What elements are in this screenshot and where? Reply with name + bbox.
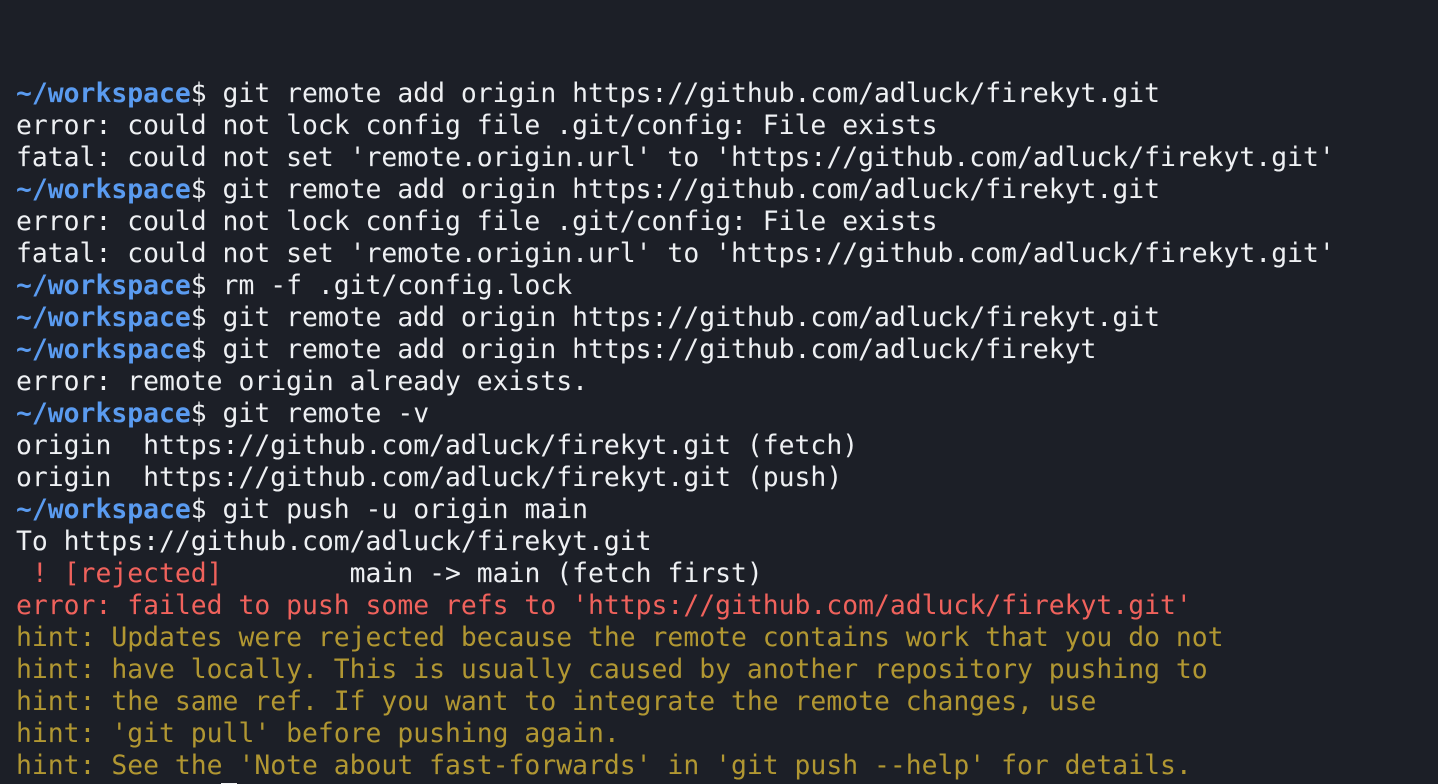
line-text: hint: the same ref. If you want to integ… xyxy=(16,686,1097,717)
hint-line: hint: Updates were rejected because the … xyxy=(16,622,1438,654)
prompt-symbol: $ xyxy=(190,270,207,301)
line-text: error: remote origin already exists. xyxy=(16,366,588,397)
command-text: rm -f .git/config.lock xyxy=(206,270,573,301)
prompt-symbol: $ xyxy=(190,494,207,525)
output-line: error: remote origin already exists. xyxy=(16,366,1438,398)
prompt-path: ~/workspace xyxy=(16,494,191,525)
line-text: hint: See the 'Note about fast-forwards'… xyxy=(16,750,1192,781)
line-text: hint: 'git pull' before pushing again. xyxy=(16,718,620,749)
command-line: ~/workspace$ git remote -v xyxy=(16,398,1438,430)
prompt-symbol: $ xyxy=(190,78,207,109)
line-text: origin https://github.com/adluck/firekyt… xyxy=(16,462,843,493)
line-text: hint: have locally. This is usually caus… xyxy=(16,654,1208,685)
rejected-marker: ! [rejected] xyxy=(16,558,223,589)
output-line: error: could not lock config file .git/c… xyxy=(16,206,1438,238)
hint-line: hint: 'git pull' before pushing again. xyxy=(16,718,1438,750)
hint-line: hint: the same ref. If you want to integ… xyxy=(16,686,1438,718)
line-text: error: failed to push some refs to 'http… xyxy=(16,590,1192,621)
hint-line: hint: See the 'Note about fast-forwards'… xyxy=(16,750,1438,782)
prompt-path: ~/workspace xyxy=(16,302,191,333)
line-text: fatal: could not set 'remote.origin.url'… xyxy=(16,142,1335,173)
command-text: git remote add origin https://github.com… xyxy=(206,334,1097,365)
prompt-symbol: $ xyxy=(190,398,207,429)
output-line: error: could not lock config file .git/c… xyxy=(16,110,1438,142)
prompt-path: ~/workspace xyxy=(16,78,191,109)
command-text: git push -u origin main xyxy=(206,494,588,525)
prompt-symbol: $ xyxy=(190,174,207,205)
line-text: fatal: could not set 'remote.origin.url'… xyxy=(16,238,1335,269)
error-line: error: failed to push some refs to 'http… xyxy=(16,590,1438,622)
output-line: fatal: could not set 'remote.origin.url'… xyxy=(16,238,1438,270)
command-text: git remote -v xyxy=(206,398,430,429)
push-rejected-line: ! [rejected] main -> main (fetch first) xyxy=(16,558,1438,590)
output-line: fatal: could not set 'remote.origin.url'… xyxy=(16,142,1438,174)
prompt-symbol: $ xyxy=(190,302,207,333)
command-text: git remote add origin https://github.com… xyxy=(206,78,1160,109)
line-text: origin https://github.com/adluck/firekyt… xyxy=(16,430,859,461)
rejected-detail: main -> main (fetch first) xyxy=(222,558,763,589)
command-line: ~/workspace$ git push -u origin main xyxy=(16,494,1438,526)
command-line: ~/workspace$ git remote add origin https… xyxy=(16,302,1438,334)
output-line: To https://github.com/adluck/firekyt.git xyxy=(16,526,1438,558)
prompt-path: ~/workspace xyxy=(16,174,191,205)
command-line: ~/workspace$ rm -f .git/config.lock xyxy=(16,270,1438,302)
command-text: git remote add origin https://github.com… xyxy=(206,174,1160,205)
hint-line: hint: have locally. This is usually caus… xyxy=(16,654,1438,686)
terminal-output: ~/workspace$ git remote add origin https… xyxy=(16,78,1438,784)
line-text: hint: Updates were rejected because the … xyxy=(16,622,1224,653)
prompt-path: ~/workspace xyxy=(16,270,191,301)
prompt-symbol: $ xyxy=(190,334,207,365)
output-line: origin https://github.com/adluck/firekyt… xyxy=(16,462,1438,494)
line-text: error: could not lock config file .git/c… xyxy=(16,110,938,141)
command-line: ~/workspace$ git remote add origin https… xyxy=(16,174,1438,206)
terminal-window[interactable]: ~/workspace$ git remote add origin https… xyxy=(0,0,1438,784)
line-text: error: could not lock config file .git/c… xyxy=(16,206,938,237)
command-line: ~/workspace$ git remote add origin https… xyxy=(16,334,1438,366)
prompt-path: ~/workspace xyxy=(16,334,191,365)
output-line: origin https://github.com/adluck/firekyt… xyxy=(16,430,1438,462)
prompt-path: ~/workspace xyxy=(16,398,191,429)
command-line: ~/workspace$ git remote add origin https… xyxy=(16,78,1438,110)
line-text: To https://github.com/adluck/firekyt.git xyxy=(16,526,652,557)
command-text: git remote add origin https://github.com… xyxy=(206,302,1160,333)
